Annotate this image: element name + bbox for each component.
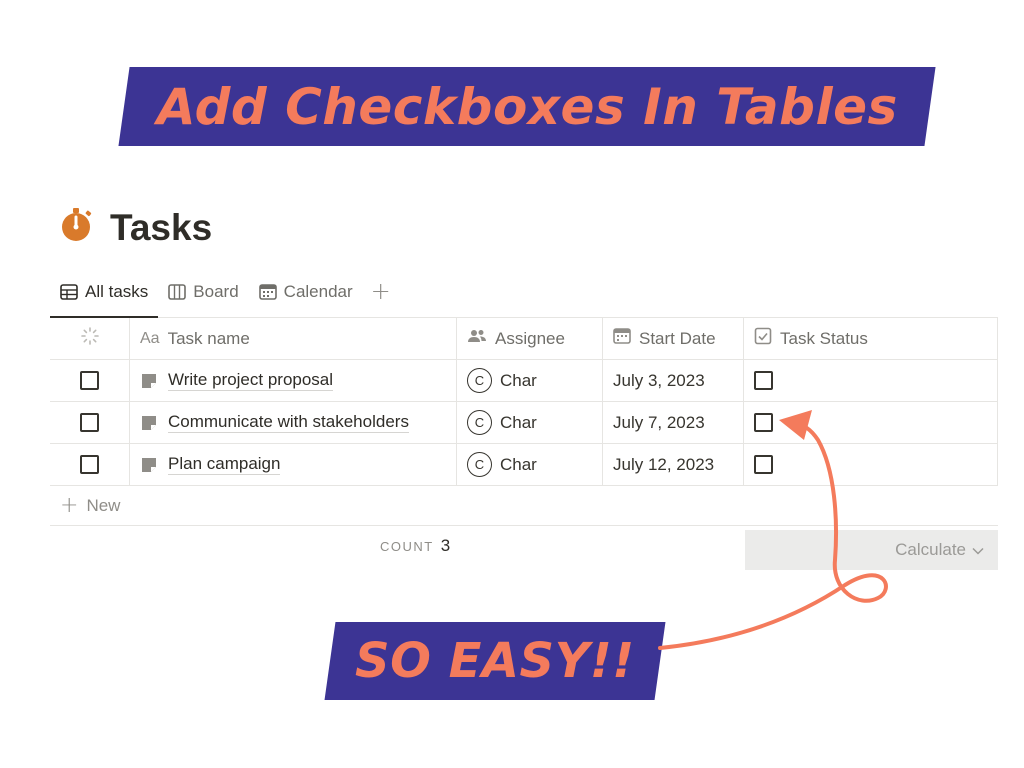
table-row: Communicate with stakeholders C Char Jul…: [50, 402, 998, 444]
row-select-checkbox[interactable]: [80, 371, 99, 390]
calculate-label: Calculate: [895, 540, 966, 559]
start-date: July 12, 2023: [613, 454, 715, 474]
task-name-cell[interactable]: Communicate with stakeholders: [130, 402, 457, 443]
view-tabs: All tasks Board Calendar +: [50, 276, 998, 318]
table-row: Plan campaign C Char July 12, 2023: [50, 444, 998, 486]
tab-label: All tasks: [85, 282, 149, 301]
tasks-table: Aa Task name Assignee Start Date Task St…: [50, 318, 998, 570]
task-name[interactable]: Plan campaign: [168, 454, 281, 475]
task-status-cell: [744, 360, 998, 401]
row-select-cell: [50, 402, 130, 443]
bottom-banner: SO EASY!!: [324, 622, 666, 700]
table-header-row: Aa Task name Assignee Start Date Task St…: [50, 318, 998, 360]
tab-label: Board: [193, 282, 239, 301]
count-value: 3: [440, 536, 451, 555]
column-header-label: Start Date: [639, 328, 716, 348]
row-select-cell: [50, 444, 130, 485]
spinner-icon: [80, 326, 100, 351]
bottom-banner-text: SO EASY!!: [355, 633, 635, 689]
task-status-checkbox[interactable]: [754, 371, 773, 390]
tab-all-tasks[interactable]: All tasks: [50, 276, 159, 318]
table-icon: [60, 284, 78, 300]
people-icon: [467, 328, 487, 349]
assignee-name: Char: [500, 412, 537, 432]
task-status-cell: [744, 444, 998, 485]
avatar: C: [467, 410, 492, 435]
task-name-cell[interactable]: Write project proposal: [130, 360, 457, 401]
new-row-button[interactable]: + New: [50, 486, 998, 526]
column-header-start-date[interactable]: Start Date: [603, 318, 744, 359]
text-type-icon: Aa: [140, 329, 160, 347]
page-title: Tasks: [58, 206, 212, 249]
tab-board[interactable]: Board: [158, 276, 248, 308]
column-header-task-name[interactable]: Aa Task name: [130, 318, 457, 359]
calendar-icon: [613, 328, 631, 349]
select-column-header[interactable]: [50, 318, 130, 359]
plus-icon: +: [60, 493, 79, 518]
task-name-cell[interactable]: Plan campaign: [130, 444, 457, 485]
page-title-text: Tasks: [110, 206, 213, 248]
task-status-checkbox[interactable]: [754, 455, 773, 474]
chevron-down-icon: [972, 540, 984, 560]
avatar: C: [467, 368, 492, 393]
assignee-name: Char: [500, 454, 537, 474]
start-date-cell[interactable]: July 12, 2023: [603, 444, 744, 485]
column-header-assignee[interactable]: Assignee: [457, 318, 603, 359]
assignee-cell[interactable]: C Char: [457, 360, 603, 401]
checkbox-icon: [754, 327, 772, 350]
row-select-checkbox[interactable]: [80, 455, 99, 474]
tab-calendar[interactable]: Calendar: [249, 276, 363, 308]
page-icon: [140, 414, 158, 432]
page-icon: [140, 456, 158, 474]
avatar: C: [467, 452, 492, 477]
new-row-label: New: [86, 495, 121, 515]
row-select-cell: [50, 360, 130, 401]
stopwatch-icon: [58, 206, 96, 249]
add-view-button[interactable]: +: [363, 276, 399, 306]
column-header-label: Task Status: [780, 328, 868, 348]
assignee-name: Char: [500, 370, 537, 390]
tab-label: Calendar: [283, 282, 353, 301]
column-header-label: Assignee: [495, 328, 565, 348]
column-header-task-status[interactable]: Task Status: [744, 318, 998, 359]
board-icon: [168, 284, 187, 300]
column-header-label: Task name: [167, 328, 250, 348]
assignee-cell[interactable]: C Char: [457, 444, 603, 485]
start-date: July 7, 2023: [613, 412, 705, 432]
table-row: Write project proposal C Char July 3, 20…: [50, 360, 998, 402]
task-name[interactable]: Write project proposal: [168, 370, 334, 391]
count-label: COUNT: [380, 539, 434, 554]
start-date-cell[interactable]: July 3, 2023: [603, 360, 744, 401]
page-icon: [140, 372, 158, 390]
task-status-cell: [744, 402, 998, 443]
top-banner-text: Add Checkboxes In Tables: [156, 77, 898, 136]
start-date-cell[interactable]: July 7, 2023: [603, 402, 744, 443]
table-footer: COUNT 3 Calculate: [50, 526, 998, 570]
task-status-checkbox[interactable]: [754, 413, 773, 432]
task-name[interactable]: Communicate with stakeholders: [168, 412, 409, 433]
start-date: July 3, 2023: [613, 370, 705, 390]
row-select-checkbox[interactable]: [80, 413, 99, 432]
count-summary[interactable]: COUNT 3: [380, 536, 450, 556]
top-banner: Add Checkboxes In Tables: [118, 67, 936, 146]
calendar-icon: [258, 284, 277, 300]
calculate-button[interactable]: Calculate: [745, 530, 998, 570]
assignee-cell[interactable]: C Char: [457, 402, 603, 443]
